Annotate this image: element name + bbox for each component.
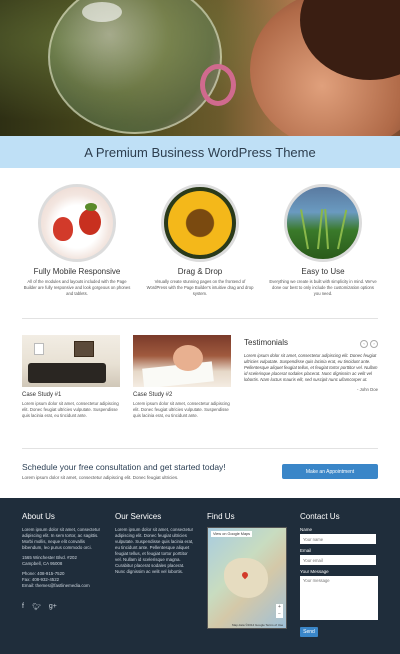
- email-text[interactable]: Email: themes@fastlinemedia.com: [22, 583, 104, 589]
- footer-heading: About Us: [22, 512, 55, 521]
- section-divider: [22, 318, 378, 319]
- tagline-text: A Premium Business WordPress Theme: [84, 144, 316, 160]
- footer-heading: Find Us: [207, 512, 235, 521]
- footer-services: Our Services Lorem ipsum dolor sit amet,…: [115, 512, 195, 575]
- make-appointment-button[interactable]: Make an Appointment: [282, 464, 378, 479]
- cta-title: Schedule your free consultation and get …: [22, 462, 226, 472]
- testimonial-author: - John Doe: [356, 387, 378, 392]
- google-plus-icon[interactable]: g+: [49, 603, 57, 611]
- cta-subtitle: Lorem ipsum dolor sit amet, consectetur …: [22, 475, 179, 480]
- footer-heading: Our Services: [115, 512, 162, 521]
- testimonial-nav: ‹ ›: [360, 340, 378, 348]
- services-text: Lorem ipsum dolor sit amet, consectetur …: [115, 527, 194, 574]
- feature-title: Fully Mobile Responsive: [33, 267, 121, 276]
- name-input[interactable]: [300, 534, 376, 544]
- feature-title: Easy to Use: [301, 267, 345, 276]
- sunflower-image: [161, 184, 239, 262]
- testimonial-quote: Lorem ipsum dolor sit amet, consectetur …: [244, 353, 378, 382]
- grass-image: [284, 184, 362, 262]
- footer-find-us: Find Us View on Google Maps + − Map data …: [207, 512, 287, 629]
- feature-easy: Easy to Use Everything we create is buil…: [263, 184, 383, 297]
- living-room-image[interactable]: [22, 335, 120, 387]
- email-input[interactable]: [300, 555, 376, 565]
- message-label: Your Message: [300, 569, 329, 574]
- twitter-icon[interactable]: 🐦︎: [32, 603, 41, 611]
- feature-title: Drag & Drop: [177, 267, 223, 276]
- footer-contact: Contact Us Name Email Your Message Send: [300, 512, 380, 638]
- strawberry-image: [38, 184, 116, 262]
- facebook-icon[interactable]: f: [22, 603, 24, 611]
- email-label: Email: [300, 548, 312, 553]
- feature-desc: Visually create stunning pages on the fr…: [146, 279, 254, 296]
- name-label: Name: [300, 527, 313, 532]
- send-button[interactable]: Send: [300, 627, 318, 637]
- map-credit: Map data ©2014 Google Terms of Use: [232, 623, 284, 627]
- footer-heading: Contact Us: [300, 512, 340, 521]
- features-section: Fully Mobile Responsive All of the modul…: [0, 184, 400, 304]
- feature-desc: All of the modules and layouts included …: [23, 279, 131, 296]
- about-text: Lorem ipsum dolor sit amet, consectetur …: [22, 527, 101, 550]
- social-icons: f 🐦︎ g+: [22, 603, 104, 611]
- testimonials-title: Testimonials: [244, 338, 289, 347]
- bubble-wand: [200, 64, 236, 106]
- case-title[interactable]: Case Study #2: [133, 392, 231, 398]
- feature-drag-drop: Drag & Drop Visually create stunning pag…: [140, 184, 260, 297]
- message-textarea[interactable]: [300, 576, 378, 620]
- section-divider: [22, 448, 378, 449]
- testimonials: Testimonials ‹ › Lorem ipsum dolor sit a…: [244, 338, 378, 392]
- prev-arrow-icon[interactable]: ‹: [360, 340, 368, 348]
- feature-mobile: Fully Mobile Responsive All of the modul…: [17, 184, 137, 297]
- view-on-google-maps-link[interactable]: View on Google Maps: [211, 531, 253, 537]
- case-study-1[interactable]: Case Study #1 Lorem ipsum dolor sit amet…: [22, 335, 120, 419]
- map-zoom-control[interactable]: + −: [276, 604, 283, 618]
- tagline-band: A Premium Business WordPress Theme: [0, 136, 400, 168]
- next-arrow-icon[interactable]: ›: [370, 340, 378, 348]
- drawing-hand-image[interactable]: [133, 335, 231, 387]
- case-text: Lorem ipsum dolor sit amet, consectetur …: [133, 401, 230, 418]
- google-map[interactable]: View on Google Maps + − Map data ©2014 Go…: [207, 527, 287, 629]
- case-title[interactable]: Case Study #1: [22, 392, 120, 398]
- footer-about: About Us Lorem ipsum dolor sit amet, con…: [22, 512, 104, 611]
- footer: About Us Lorem ipsum dolor sit amet, con…: [0, 498, 400, 654]
- hero-banner: [0, 0, 400, 136]
- address-line-2: Campbell, CA 95008: [22, 561, 63, 566]
- feature-desc: Everything we create is built with simpl…: [269, 279, 377, 296]
- case-study-2[interactable]: Case Study #2 Lorem ipsum dolor sit amet…: [133, 335, 231, 419]
- case-text: Lorem ipsum dolor sit amet, consectetur …: [22, 401, 119, 418]
